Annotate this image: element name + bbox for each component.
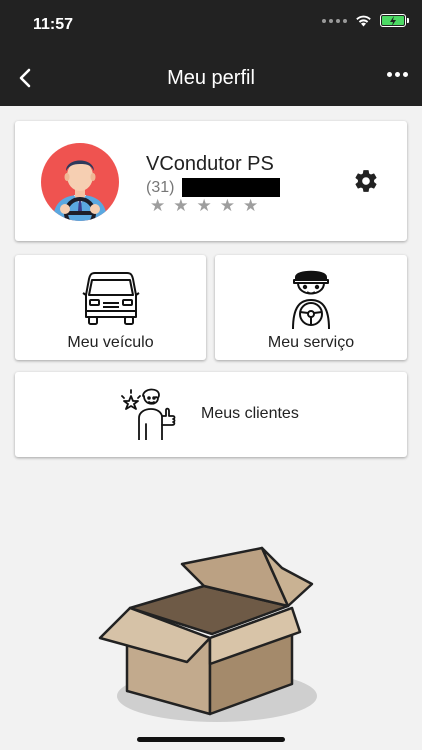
star-icon: ★ [243,196,259,215]
status-time: 11:57 [33,16,74,33]
phone-redacted [182,178,281,197]
star-icon: ★ [173,196,189,215]
my-service-tile[interactable]: Meu serviço [215,255,407,360]
page-title: Meu perfil [167,67,255,89]
my-clients-label: Meus clientes [201,405,299,422]
avatar[interactable] [41,143,119,221]
profile-name: VCondutor PS [146,153,274,175]
phone-prefix: (31) [146,178,175,196]
my-vehicle-label: Meu veículo [67,334,154,351]
my-vehicle-tile[interactable]: Meu veículo [15,255,206,360]
client-thumbs-up-icon [121,388,176,440]
home-indicator [137,737,285,742]
status-bar: 11:57 [0,0,422,50]
gear-icon[interactable] [353,168,379,194]
star-icon: ★ [196,196,212,215]
battery-icon [380,14,409,27]
my-clients-tile[interactable]: Meus clientes [15,372,407,457]
my-service-label: Meu serviço [267,334,355,351]
star-icon: ★ [150,196,166,215]
chauffeur-icon [292,270,330,329]
status-icons [322,14,409,27]
profile-card: VCondutor PS (31) ★ ★ ★ ★ ★ [15,121,407,241]
rating-stars: ★ ★ ★ ★ ★ [150,196,258,216]
wifi-icon [356,15,371,27]
driver-avatar-icon [53,160,107,221]
signal-icon [322,18,347,23]
more-options-icon[interactable] [387,72,408,77]
car-icon [81,272,140,325]
nav-bar: Meu perfil [0,50,422,106]
profile-phone: (31) [146,178,281,197]
empty-box-icon [98,546,317,722]
star-icon: ★ [219,196,235,215]
